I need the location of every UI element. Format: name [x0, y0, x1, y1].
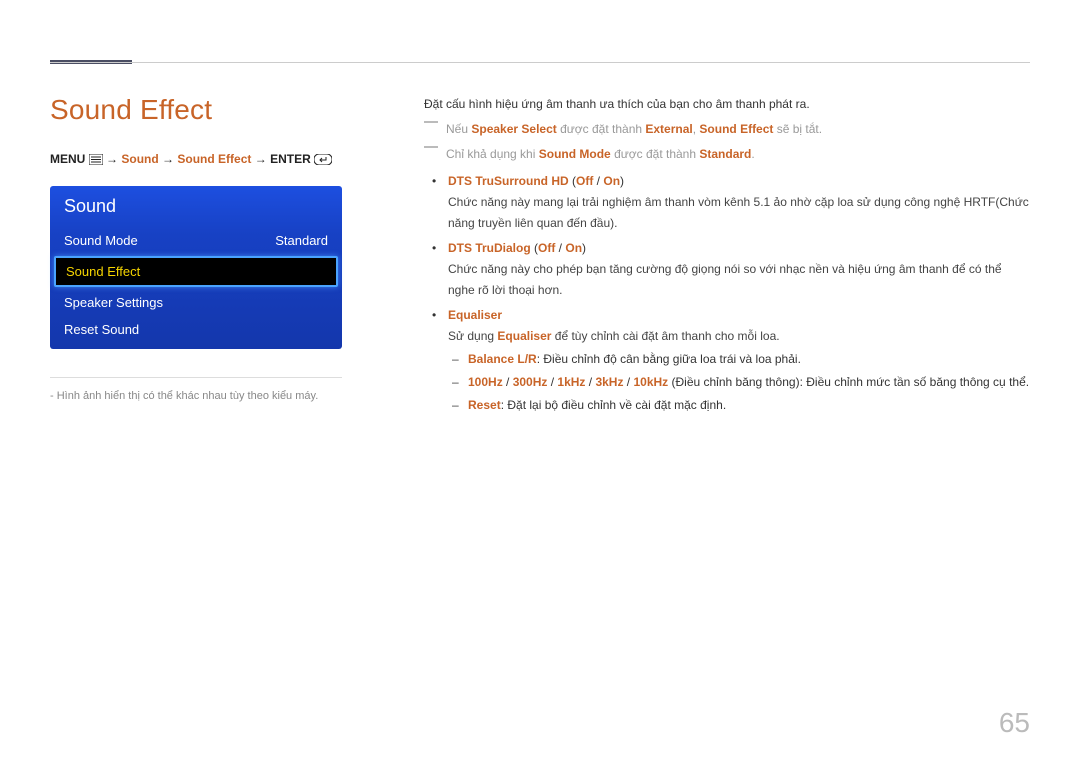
menu-icon: [89, 154, 103, 165]
footnote-dash: -: [50, 390, 54, 402]
note-2: Chỉ khả dụng khi Sound Mode được đặt thà…: [424, 144, 1030, 165]
eq-reset: Reset: Đặt lại bộ điều chỉnh về cài đặt …: [448, 395, 1030, 416]
note-dash-icon: [424, 146, 438, 148]
tv-row-reset-sound[interactable]: Reset Sound: [50, 316, 342, 343]
feature-equaliser: Equaliser Sử dụng Equaliser để tùy chỉnh…: [424, 305, 1030, 416]
footnote-text: Hình ảnh hiển thị có thể khác nhau tùy t…: [57, 390, 319, 402]
note-dash-icon: [424, 121, 438, 123]
feature-desc: Chức năng này mang lại trải nghiệm âm th…: [448, 192, 1030, 234]
breadcrumb-sound: Sound: [121, 152, 158, 166]
eq-balance: Balance L/R: Điều chỉnh độ cân bằng giữa…: [448, 349, 1030, 370]
description-column: Đặt cấu hình hiệu ứng âm thanh ưa thích …: [424, 94, 1030, 420]
feature-dts-trusurround: DTS TruSurround HD (Off / On) Chức năng …: [424, 171, 1030, 234]
breadcrumb: MENU → Sound → Sound Effect → ENTER: [50, 150, 390, 168]
tv-menu-header: Sound: [50, 186, 342, 227]
breadcrumb-arrow-1: →: [106, 152, 118, 166]
feature-desc: Sử dụng Equaliser để tùy chỉnh cài đặt â…: [448, 326, 1030, 347]
tv-row-value: Standard: [275, 233, 328, 248]
header-rule: [50, 62, 1030, 63]
enter-icon: [314, 154, 332, 165]
tv-row-label: Sound Mode: [64, 233, 138, 248]
tv-row-label: Speaker Settings: [64, 295, 163, 310]
divider: [50, 377, 342, 378]
page-number: 65: [999, 707, 1030, 739]
tv-row-label: Reset Sound: [64, 322, 139, 337]
feature-desc: Chức năng này cho phép bạn tăng cường độ…: [448, 259, 1030, 301]
breadcrumb-arrow-3: →: [255, 152, 267, 166]
breadcrumb-enter: ENTER: [270, 152, 311, 166]
footnote: - Hình ảnh hiển thị có thể khác nhau tùy…: [50, 388, 390, 405]
breadcrumb-arrow-2: →: [162, 152, 174, 166]
feature-dts-trudialog: DTS TruDialog (Off / On) Chức năng này c…: [424, 238, 1030, 301]
note-1: Nếu Speaker Select được đặt thành Extern…: [424, 119, 1030, 140]
eq-bands: 100Hz / 300Hz / 1kHz / 3kHz / 10kHz (Điề…: [448, 372, 1030, 393]
tv-row-sound-effect[interactable]: Sound Effect: [54, 256, 338, 287]
intro-text: Đặt cấu hình hiệu ứng âm thanh ưa thích …: [424, 94, 1030, 115]
tv-row-speaker-settings[interactable]: Speaker Settings: [50, 289, 342, 316]
tv-row-sound-mode[interactable]: Sound Mode Standard: [50, 227, 342, 254]
breadcrumb-sound-effect: Sound Effect: [177, 152, 251, 166]
tv-menu-panel: Sound Sound Mode Standard Sound Effect S…: [50, 186, 342, 349]
breadcrumb-menu: MENU: [50, 152, 85, 166]
tv-row-label: Sound Effect: [66, 264, 140, 279]
page-title: Sound Effect: [50, 94, 390, 126]
